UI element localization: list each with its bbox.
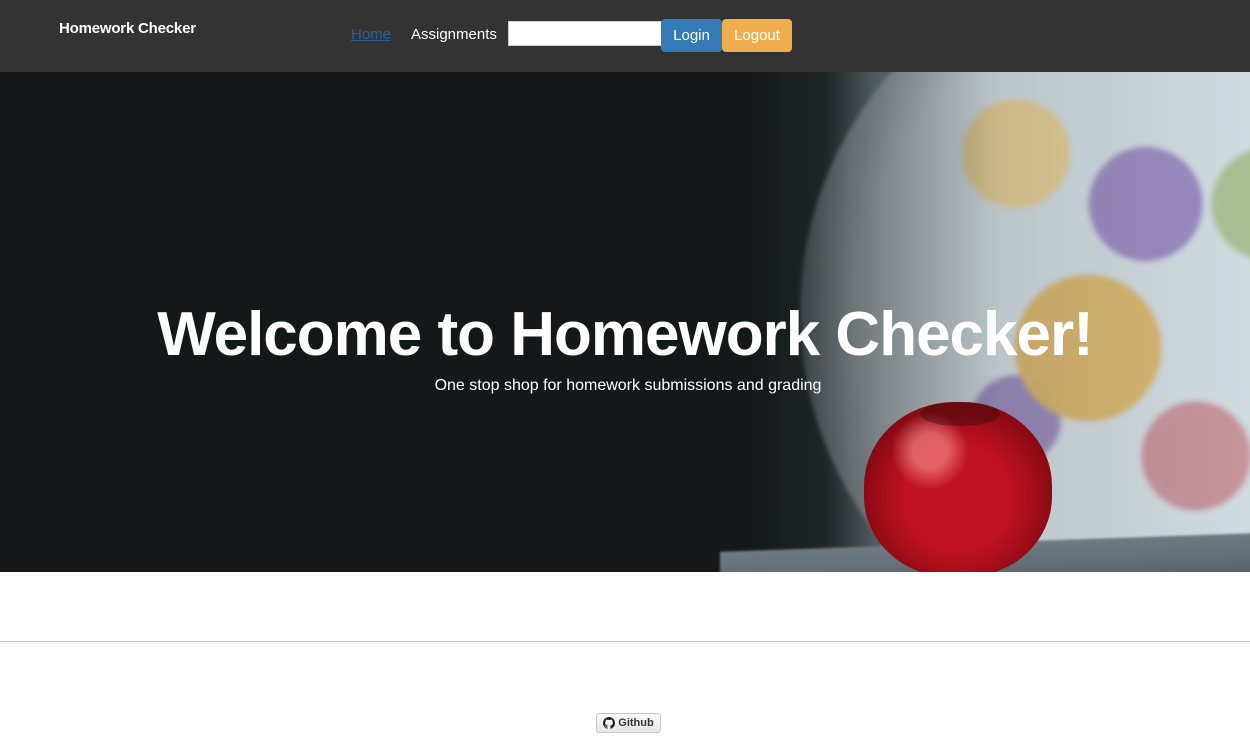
search-input[interactable] bbox=[508, 21, 662, 46]
github-label: Github bbox=[618, 717, 654, 729]
apple-stem-shadow bbox=[920, 402, 1000, 426]
github-icon bbox=[603, 717, 616, 729]
logout-button[interactable]: Logout bbox=[722, 19, 792, 52]
nav-link-assignments[interactable]: Assignments bbox=[411, 26, 497, 43]
brand-title[interactable]: Homework Checker bbox=[59, 20, 196, 37]
apple-image bbox=[864, 402, 1052, 572]
nav-link-home[interactable]: Home bbox=[351, 26, 391, 43]
hero-subtitle: One stop shop for homework submissions a… bbox=[434, 377, 822, 394]
github-button[interactable]: Github bbox=[596, 713, 661, 733]
login-button[interactable]: Login bbox=[661, 19, 722, 52]
navbar: Homework Checker Home Assignments Login … bbox=[0, 0, 1250, 72]
footer-divider bbox=[0, 641, 1250, 642]
hero-title: Welcome to Homework Checker! bbox=[157, 300, 1094, 369]
hero-banner: Welcome to Homework Checker! One stop sh… bbox=[0, 72, 1250, 572]
